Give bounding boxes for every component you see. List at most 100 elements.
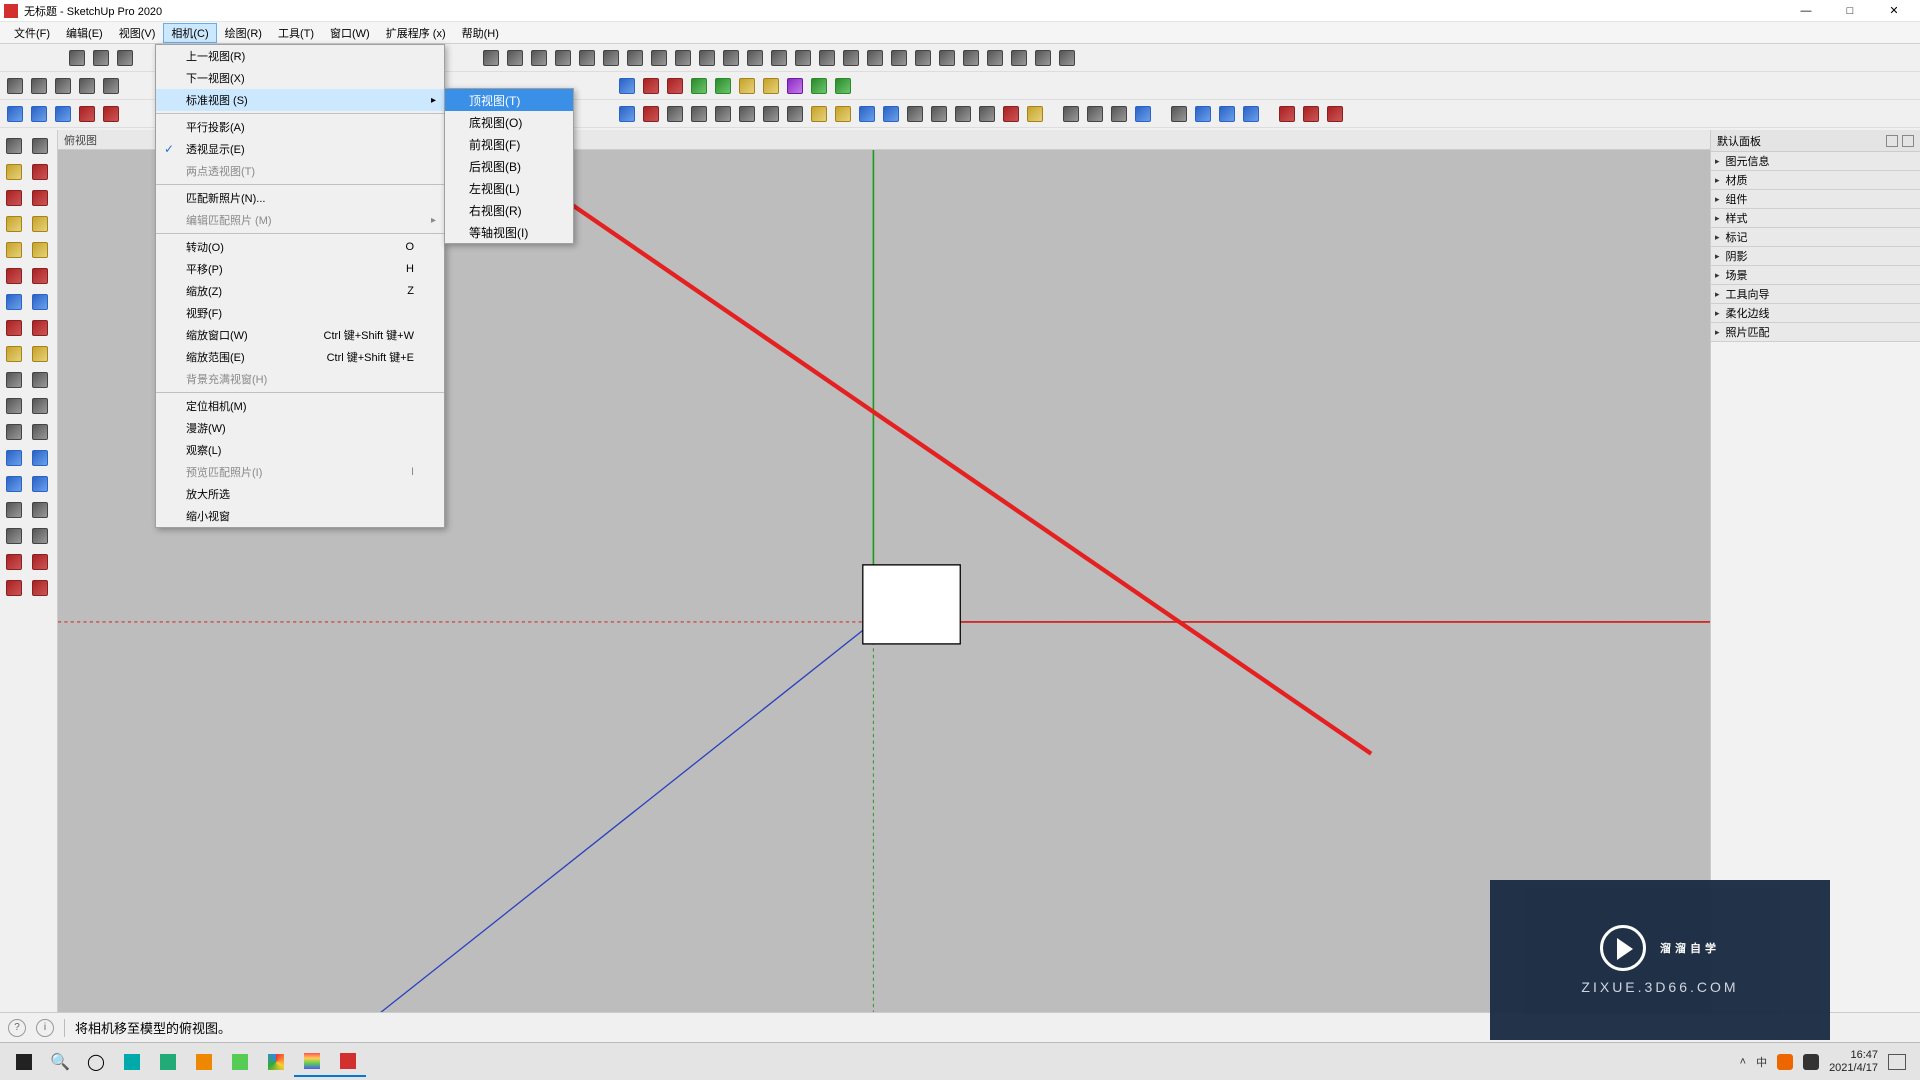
tray-section-scenes[interactable]: 场景 <box>1711 266 1920 284</box>
standard-view-item[interactable]: 后视图(B) <box>445 155 573 177</box>
tool-circle[interactable] <box>2 238 26 262</box>
toolbar-button[interactable] <box>624 47 646 69</box>
toolbar-button[interactable] <box>1032 47 1054 69</box>
toolbar-button[interactable] <box>760 103 782 125</box>
tray-close-icon[interactable] <box>1902 135 1914 147</box>
camera-menu-item[interactable]: 放大所选 <box>156 483 444 505</box>
toolbar-button[interactable] <box>784 75 806 97</box>
tool-dimension[interactable] <box>28 368 52 392</box>
toolbar-button[interactable] <box>100 103 122 125</box>
menu-draw[interactable]: 绘图(R) <box>217 23 270 43</box>
tool-follow[interactable] <box>28 342 52 366</box>
tool-misc4[interactable] <box>28 576 52 600</box>
toolbar-button[interactable] <box>28 75 50 97</box>
tool-select[interactable] <box>2 134 26 158</box>
toolbar-button[interactable] <box>4 103 26 125</box>
camera-menu-item[interactable]: 匹配新照片(N)... <box>156 187 444 209</box>
camera-menu-item[interactable]: 上一视图(R) <box>156 45 444 67</box>
tool-arc2[interactable] <box>28 264 52 288</box>
tool-eraser[interactable] <box>28 160 52 184</box>
taskbar-app[interactable] <box>222 1047 258 1077</box>
standard-view-item[interactable]: 等轴视图(I) <box>445 221 573 243</box>
taskbar-app-chrome[interactable] <box>258 1047 294 1077</box>
camera-menu-item[interactable]: 定位相机(M) <box>156 395 444 417</box>
toolbar-button[interactable] <box>480 47 502 69</box>
tray-section-shadows[interactable]: 阴影 <box>1711 247 1920 265</box>
toolbar-button[interactable] <box>1168 103 1190 125</box>
tool-pos[interactable] <box>28 524 52 548</box>
toolbar-button[interactable] <box>1056 47 1078 69</box>
toolbar-button[interactable] <box>616 75 638 97</box>
start-button[interactable] <box>6 1047 42 1077</box>
toolbar-button[interactable] <box>936 47 958 69</box>
camera-menu-item[interactable]: 观察(L) <box>156 439 444 461</box>
tool-pushpull[interactable] <box>2 290 26 314</box>
tool-walk2[interactable] <box>28 498 52 522</box>
toolbar-button[interactable] <box>864 47 886 69</box>
tool-zoom[interactable] <box>2 472 26 496</box>
cortana-button[interactable]: ◯ <box>78 1047 114 1077</box>
taskbar-app[interactable] <box>114 1047 150 1077</box>
toolbar-button[interactable] <box>768 47 790 69</box>
tool-line[interactable] <box>2 186 26 210</box>
toolbar-button[interactable] <box>712 75 734 97</box>
camera-menu-item[interactable]: 缩放(Z)Z <box>156 280 444 302</box>
tool-zoomext[interactable] <box>28 472 52 496</box>
toolbar-button[interactable] <box>888 47 910 69</box>
camera-menu-item[interactable]: 漫游(W) <box>156 417 444 439</box>
toolbar-button[interactable] <box>784 103 806 125</box>
tray-pin-icon[interactable] <box>1886 135 1898 147</box>
toolbar-button[interactable] <box>672 47 694 69</box>
toolbar-button[interactable] <box>880 103 902 125</box>
toolbar-button[interactable] <box>856 103 878 125</box>
tool-paint[interactable] <box>2 160 26 184</box>
toolbar-button[interactable] <box>696 47 718 69</box>
tool-tape[interactable] <box>2 368 26 392</box>
toolbar-button[interactable] <box>832 75 854 97</box>
standard-view-item[interactable]: 左视图(L) <box>445 177 573 199</box>
toolbar-button[interactable] <box>648 47 670 69</box>
tray-section-soften[interactable]: 柔化边线 <box>1711 304 1920 322</box>
toolbar-button[interactable] <box>840 47 862 69</box>
camera-menu-item[interactable]: 平移(P)H <box>156 258 444 280</box>
camera-menu-item[interactable]: 缩小视窗 <box>156 505 444 527</box>
action-center-icon[interactable] <box>1888 1054 1906 1070</box>
menu-window[interactable]: 窗口(W) <box>322 23 378 43</box>
toolbar-button[interactable] <box>1108 103 1130 125</box>
toolbar-button[interactable] <box>1024 103 1046 125</box>
tray-section-components[interactable]: 组件 <box>1711 190 1920 208</box>
toolbar-button[interactable] <box>736 103 758 125</box>
tray-icon[interactable] <box>1803 1054 1819 1070</box>
toolbar-button[interactable] <box>76 103 98 125</box>
toolbar-button[interactable] <box>984 47 1006 69</box>
standard-view-item[interactable]: 底视图(O) <box>445 111 573 133</box>
standard-view-item[interactable]: 顶视图(T) <box>445 89 573 111</box>
tool-rect2[interactable] <box>28 212 52 236</box>
toolbar-button[interactable] <box>1008 47 1030 69</box>
toolbar-button[interactable] <box>66 47 88 69</box>
tool-text[interactable] <box>2 394 26 418</box>
toolbar-button[interactable] <box>928 103 950 125</box>
tool-offset[interactable] <box>28 290 52 314</box>
toolbar-button[interactable] <box>832 103 854 125</box>
toolbar-button[interactable] <box>792 47 814 69</box>
status-help-icon[interactable]: ? <box>8 1019 26 1037</box>
toolbar-button[interactable] <box>1132 103 1154 125</box>
toolbar-button[interactable] <box>808 75 830 97</box>
tray-section-materials[interactable]: 材质 <box>1711 171 1920 189</box>
camera-menu-item[interactable]: 缩放窗口(W)Ctrl 键+Shift 键+W <box>156 324 444 346</box>
tool-misc[interactable] <box>2 550 26 574</box>
camera-menu-item[interactable]: 下一视图(X) <box>156 67 444 89</box>
tool-arc[interactable] <box>2 264 26 288</box>
toolbar-button[interactable] <box>736 75 758 97</box>
toolbar-button[interactable] <box>600 47 622 69</box>
taskbar-clock[interactable]: 16:47 2021/4/17 <box>1829 1049 1878 1074</box>
standard-view-item[interactable]: 右视图(R) <box>445 199 573 221</box>
toolbar-button[interactable] <box>720 47 742 69</box>
toolbar-button[interactable] <box>664 75 686 97</box>
toolbar-button[interactable] <box>1192 103 1214 125</box>
tray-section-photomatch[interactable]: 照片匹配 <box>1711 323 1920 341</box>
camera-menu-item[interactable]: 平行投影(A) <box>156 116 444 138</box>
toolbar-button[interactable] <box>576 47 598 69</box>
tool-move[interactable] <box>2 316 26 340</box>
